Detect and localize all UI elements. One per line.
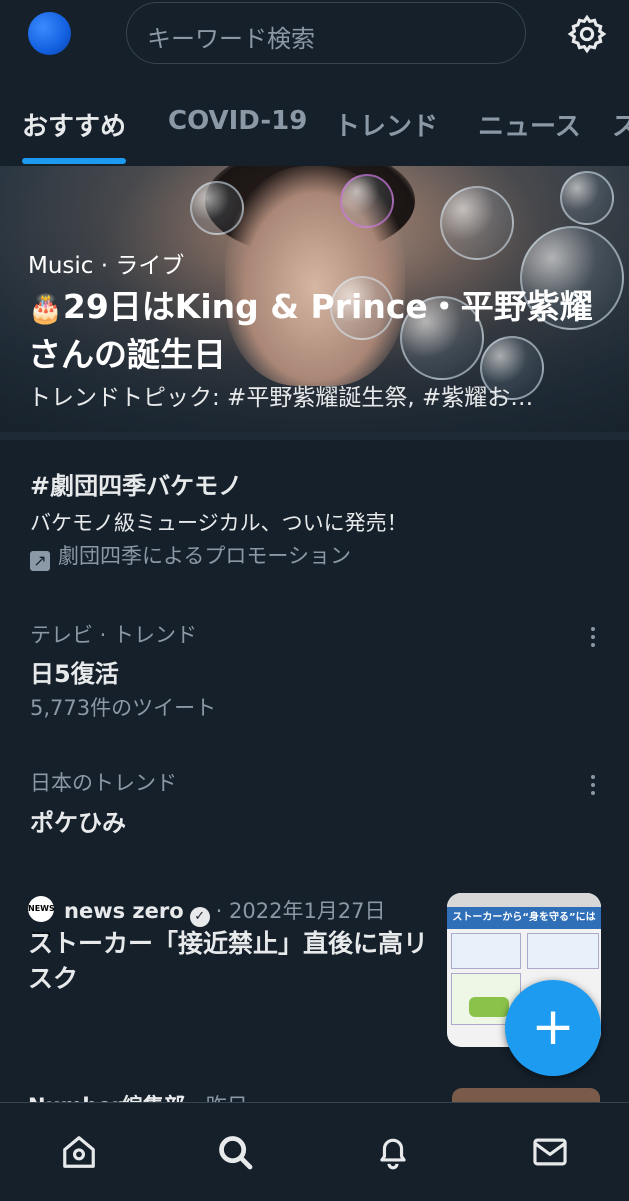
news-headline: ストーカー「接近禁止」直後に高リスク [28,929,429,993]
promoted-label: ↗ 劇団四季によるプロモーション [30,540,351,571]
trend-context: テレビ · トレンド [30,623,198,647]
hero-trend-card[interactable]: Music · ライブ 🎂29日はKing & Prince・平野紫耀さんの誕生… [0,166,629,432]
tab-covid19[interactable]: COVID-19 [168,106,307,136]
search-input[interactable]: キーワード検索 [126,2,526,64]
bottom-navigation [0,1102,629,1201]
promoted-label-text: 劇団四季によるプロモーション [58,544,351,568]
hero-subtitle: トレンドトピック: #平野紫耀誕生祭, #紫耀お… [28,385,534,411]
promoted-text: バケモノ級ミュージカル、ついに発売！ [30,511,408,535]
hero-title: 🎂29日はKing & Prince・平野紫耀さんの誕生日 [28,284,608,378]
home-icon[interactable] [60,1133,98,1171]
verified-badge-icon: ✓ [189,907,210,927]
news-source-line: news zero ✓ · 2022年1月27日 [64,895,386,927]
hero-category: Music · ライブ [28,253,185,279]
search-placeholder: キーワード検索 [147,25,315,53]
thumbnail-caption: ストーカーから“身を守る”には [447,907,601,929]
trend-context: 日本のトレンド [30,771,177,795]
hero-bubble [440,186,514,260]
promoted-arrow-icon: ↗ [30,551,50,571]
tab-news[interactable]: ニュース [478,106,581,143]
tab-sports[interactable]: ス [612,106,629,143]
hero-title-text: 29日はKing & Prince・平野紫耀さんの誕生日 [28,287,593,374]
bell-icon[interactable] [374,1133,412,1171]
news-source-name: news zero [64,899,184,923]
tab-recommended[interactable]: おすすめ [22,106,126,143]
birthday-cake-icon: 🎂 [28,292,63,325]
compose-button[interactable]: + [505,980,601,1076]
mail-icon[interactable] [531,1133,569,1171]
top-bar: キーワード検索 [0,0,629,70]
more-options-icon[interactable] [586,625,600,649]
explore-tabs: おすすめ COVID-19 トレンド ニュース ス [0,80,629,167]
thumbnail-panel [527,933,599,969]
trend-name: ポケひみ [30,809,126,837]
more-options-icon[interactable] [586,773,600,797]
thumbnail-panel [451,933,521,969]
trend-count: 5,773件のツイート [30,696,217,720]
tab-trends[interactable]: トレンド [334,106,438,143]
promoted-title: #劇団四季バケモノ [30,472,243,500]
section-divider [0,432,629,440]
trend-name: 日5復活 [30,660,119,688]
active-tab-indicator [22,158,126,164]
hero-bubble [560,171,614,225]
gear-icon[interactable] [566,13,608,55]
hero-bubble [190,181,244,235]
news-date: · 2022年1月27日 [215,899,386,923]
thumbnail-car-icon [469,997,509,1017]
profile-avatar[interactable] [28,12,71,55]
hero-bubble [340,174,394,228]
news-source-logo: NEWS zero [28,896,55,939]
search-icon[interactable] [216,1133,254,1171]
